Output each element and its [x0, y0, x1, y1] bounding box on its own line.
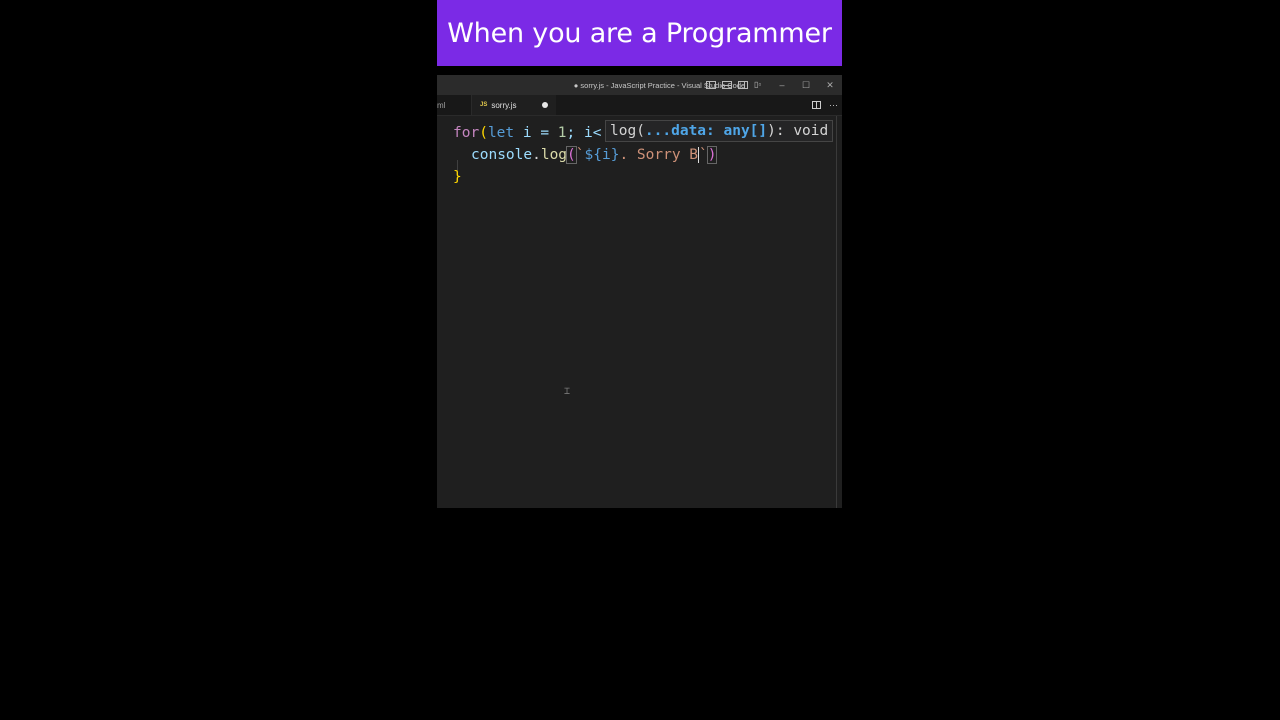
- mouse-ibeam-cursor-icon: ⌶: [564, 386, 571, 397]
- unsaved-dot-icon[interactable]: [542, 102, 548, 108]
- vscode-window: ● sorry.js - JavaScript Practice - Visua…: [437, 75, 842, 508]
- code-line-1: for(let i = 1; i<: [453, 125, 602, 141]
- tab-html[interactable]: ml: [437, 95, 472, 115]
- video-banner: When you are a Programmer: [437, 0, 842, 66]
- more-actions-icon[interactable]: ···: [829, 100, 838, 110]
- tab-label: ml: [437, 100, 446, 110]
- tab-bar: ml JS sorry.js ···: [437, 95, 842, 116]
- customize-layout-icon[interactable]: ▯▫: [754, 81, 764, 89]
- toggle-secondary-sidebar-icon[interactable]: [738, 81, 748, 89]
- code-editor[interactable]: for(let i = 1; i< console.log(`${i}. Sor…: [437, 116, 842, 508]
- minimize-button[interactable]: –: [770, 80, 794, 90]
- banner-title: When you are a Programmer: [447, 17, 832, 49]
- code-line-3: }: [453, 169, 462, 185]
- title-bar: ● sorry.js - JavaScript Practice - Visua…: [437, 75, 842, 95]
- close-button[interactable]: ✕: [818, 80, 842, 91]
- vertical-scrollbar[interactable]: [836, 116, 837, 508]
- toggle-primary-sidebar-icon[interactable]: [706, 81, 716, 89]
- tab-sorry-js[interactable]: JS sorry.js: [472, 95, 556, 115]
- tab-label: sorry.js: [491, 100, 517, 110]
- toggle-panel-icon[interactable]: [722, 81, 732, 89]
- code-line-2: console.log(`${i}. Sorry B`): [471, 146, 718, 164]
- signature-hover-tooltip: log(...data: any[]): void: [605, 120, 834, 142]
- split-editor-icon[interactable]: [812, 101, 821, 109]
- js-file-icon: JS: [480, 102, 488, 108]
- maximize-button[interactable]: ☐: [794, 80, 818, 91]
